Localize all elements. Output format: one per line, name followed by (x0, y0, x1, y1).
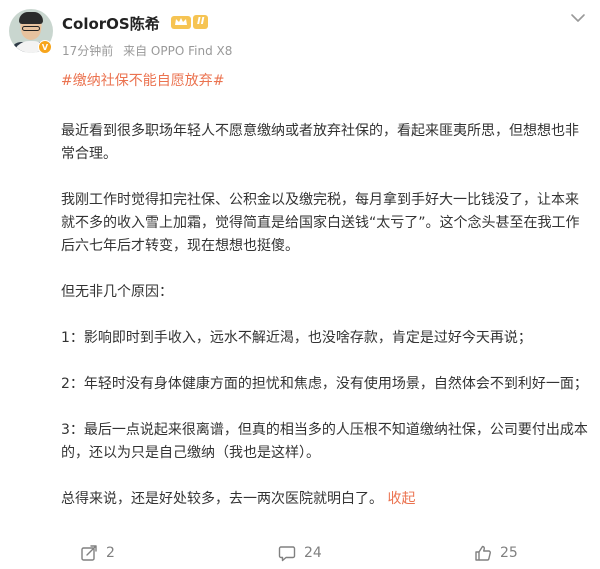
avatar-hair (19, 12, 43, 24)
repost-icon (81, 545, 97, 561)
like-icon (475, 545, 491, 561)
weibo-post: V ColorOS陈希 II 17分钟前 来自 OPPO Find X8 #缴纳… (0, 0, 600, 569)
topic-link[interactable]: #缴纳社保不能自愿放弃# (61, 70, 592, 93)
repost-button[interactable]: 2 (80, 544, 115, 562)
post-actions: 2 24 25 (0, 540, 600, 569)
like-count: 25 (500, 545, 518, 561)
repost-count: 2 (106, 545, 115, 561)
more-chevron-icon[interactable] (570, 12, 586, 24)
comment-count: 24 (304, 545, 322, 561)
paragraph-reason-2: 2：年轻时没有身体健康方面的担忧和焦虑，没有使用场景，自然体会不到利好一面； (61, 376, 588, 392)
paragraph-intro: 最近看到很多职场年轻人不愿意缴纳或者放弃社保的，看起来匪夷所思，但想想也非常合理… (61, 123, 579, 162)
paragraph-reason-3: 3：最后一点说起来很离谱，但真的相当多的人压根不知道缴纳社保，公司要付出成本的，… (61, 422, 588, 461)
post-meta: 17分钟前 来自 OPPO Find X8 (62, 42, 238, 59)
verified-badge-icon: V (38, 40, 52, 54)
like-button[interactable]: 25 (474, 544, 518, 562)
level-badge[interactable]: II (193, 15, 209, 29)
avatar-glasses (22, 26, 40, 31)
comment-button[interactable]: 24 (278, 544, 322, 562)
collapse-link[interactable]: 收起 (387, 491, 415, 507)
crown-badge-icon[interactable] (170, 14, 192, 30)
paragraph-story: 我刚工作时觉得扣完社保、公积金以及缴完税，每月拿到手好大一比钱没了，让本来就不多… (61, 192, 580, 254)
post-source: 来自 OPPO Find X8 (123, 44, 233, 58)
comment-icon (278, 546, 296, 562)
post-time[interactable]: 17分钟前 (62, 44, 113, 58)
paragraph-summary: 总得来说，还是好处较多，去一两次医院就明白了。 收起 (61, 488, 592, 511)
paragraph-reason-1: 1：影响即时到手收入，远水不解近渴，也没啥存款，肯定是过好今天再说； (61, 330, 532, 346)
post-content: #缴纳社保不能自愿放弃# 最近看到很多职场年轻人不愿意缴纳或者放弃社保的，看起来… (61, 70, 592, 511)
username[interactable]: ColorOS陈希 (62, 13, 160, 34)
paragraph-reasons-heading: 但无非几个原因： (61, 284, 173, 300)
summary-text: 总得来说，还是好处较多，去一两次医院就明白了。 (61, 491, 383, 507)
